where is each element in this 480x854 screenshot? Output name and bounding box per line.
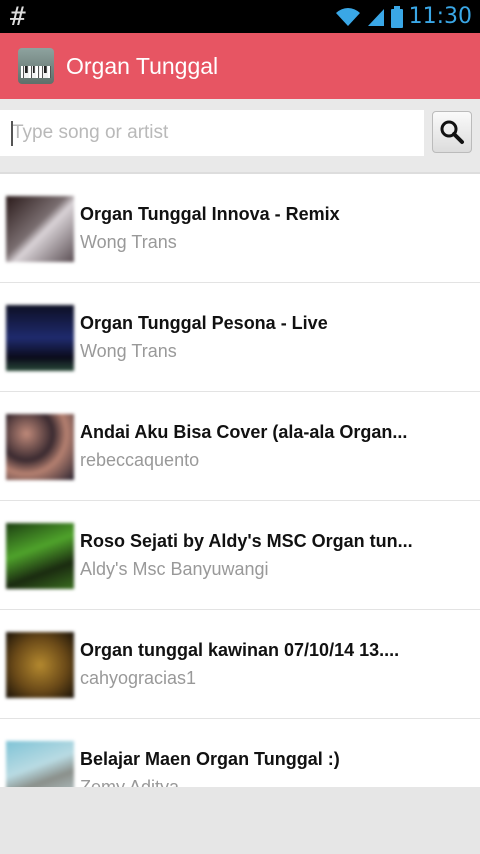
list-item[interactable]: Belajar Maen Organ Tunggal :) Zemy Adity… — [0, 719, 480, 789]
signal-icon — [367, 8, 384, 26]
item-title: Organ Tunggal Innova - Remix — [80, 204, 340, 224]
list-item[interactable]: Organ Tunggal Innova - Remix Wong Trans — [0, 174, 480, 283]
battery-icon — [390, 5, 403, 28]
status-time: 11:30 — [408, 4, 472, 29]
item-artist: Aldy's Msc Banyuwangi — [80, 559, 269, 579]
video-thumbnail — [6, 523, 74, 589]
item-title: Organ tunggal kawinan 07/10/14 13.... — [80, 640, 400, 660]
app-bar: Organ Tunggal — [0, 33, 480, 99]
list-item[interactable]: Organ Tunggal Pesona - Live Wong Trans — [0, 283, 480, 392]
video-thumbnail — [6, 414, 74, 480]
text-cursor — [11, 121, 13, 146]
app-title: Organ Tunggal — [66, 52, 219, 79]
item-title: Belajar Maen Organ Tunggal :) — [80, 749, 340, 769]
item-title: Andai Aku Bisa Cover (ala-ala Organ... — [80, 422, 408, 442]
video-thumbnail — [6, 305, 74, 371]
item-artist: Wong Trans — [80, 341, 177, 361]
video-thumbnail — [6, 741, 74, 789]
status-bar: # 11:30 — [0, 0, 480, 33]
list-item[interactable]: Roso Sejati by Aldy's MSC Organ tun... A… — [0, 501, 480, 610]
video-thumbnail — [6, 196, 74, 262]
item-title: Roso Sejati by Aldy's MSC Organ tun... — [80, 531, 413, 551]
list-item[interactable]: Andai Aku Bisa Cover (ala-ala Organ... r… — [0, 392, 480, 501]
item-artist: rebeccaquento — [80, 450, 200, 470]
list-item[interactable]: Organ tunggal kawinan 07/10/14 13.... ca… — [0, 610, 480, 719]
search-bar — [0, 99, 480, 169]
search-icon — [440, 120, 464, 144]
search-input[interactable] — [0, 110, 424, 156]
keyboard-icon[interactable] — [18, 48, 54, 84]
search-button[interactable] — [432, 111, 472, 153]
status-icons: 11:30 — [335, 0, 472, 33]
wifi-icon — [335, 7, 360, 26]
item-artist: cahyogracias1 — [80, 668, 197, 688]
bottom-area — [0, 787, 480, 854]
item-artist: Wong Trans — [80, 232, 177, 252]
hash-icon: # — [10, 2, 26, 32]
video-thumbnail — [6, 632, 74, 698]
item-title: Organ Tunggal Pesona - Live — [80, 313, 328, 333]
results-list: Organ Tunggal Innova - Remix Wong Trans … — [0, 172, 480, 789]
